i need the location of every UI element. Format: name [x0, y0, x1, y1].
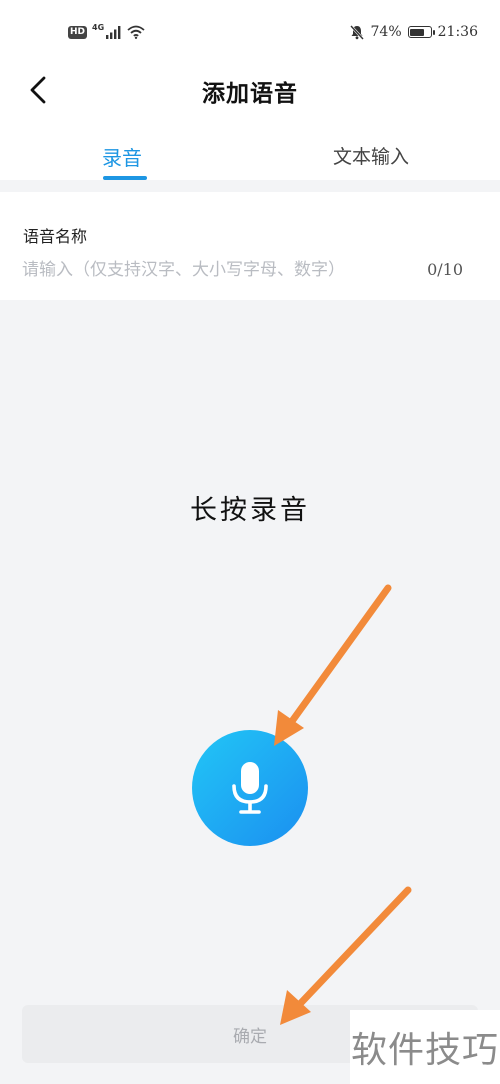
- tab-record[interactable]: 录音: [102, 142, 142, 171]
- page-title: 添加语音: [202, 81, 298, 107]
- hd-badge: HD: [68, 25, 88, 39]
- voice-name-input[interactable]: [22, 256, 422, 284]
- status-left: HD 4G: [68, 22, 145, 42]
- active-tab-indicator: [103, 176, 147, 180]
- hold-to-record-hint: 长按录音: [190, 495, 310, 526]
- battery-level: [410, 28, 425, 36]
- char-counter: 0/10: [427, 260, 463, 279]
- watermark: 软件技巧: [350, 1010, 500, 1084]
- clock: 21:36: [437, 24, 478, 40]
- network-label: 4G: [92, 22, 105, 32]
- screen: HD 4G 74% 21:36 添加语音 录音 文本输入 语音名称 请输入（仅支…: [0, 0, 500, 1084]
- voice-name-section: 语音名称 0/10: [0, 192, 500, 300]
- tab-text-input[interactable]: 文本输入: [333, 142, 409, 169]
- bell-muted-icon: [349, 25, 364, 40]
- voice-name-label: 语音名称: [23, 227, 88, 246]
- header: 添加语音: [0, 62, 500, 118]
- status-bar: HD 4G 74% 21:36: [0, 0, 500, 62]
- status-right: 74% 21:36: [349, 21, 478, 43]
- tab-bar: 录音 文本输入: [0, 118, 500, 180]
- battery-percent: 74%: [370, 24, 402, 40]
- battery-icon: [407, 26, 435, 38]
- record-button[interactable]: [192, 730, 308, 846]
- arrow-to-mic-icon: [274, 584, 392, 746]
- signal-icon: [106, 25, 121, 39]
- wifi-icon: [127, 25, 145, 39]
- microphone-icon: [232, 762, 268, 814]
